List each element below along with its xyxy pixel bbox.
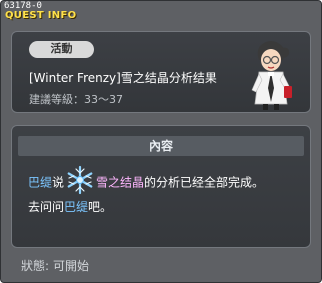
description-text-4: 吧。: [88, 200, 113, 214]
description-text-1: 说: [52, 175, 65, 190]
quest-header-panel: 活動 [Winter Frenzy]雪之结晶分析结果 建議等級：33～37: [11, 31, 311, 113]
recommended-level: 建議等級：33～37: [29, 91, 123, 107]
status-label: 狀態:: [21, 259, 50, 273]
scientist-npc-icon: [251, 41, 292, 110]
category-badge: 活動: [29, 41, 94, 58]
level-label: 建議等級：: [29, 93, 84, 106]
content-section-title: 內容: [18, 136, 304, 156]
quest-info-window: 63178-0 QUEST INFO 活動 [Winter Frenzy]雪之结…: [0, 0, 322, 283]
description-text-3: 去问问: [28, 200, 65, 214]
window-title: QUEST INFO: [5, 10, 77, 21]
status-value: 可開始: [53, 259, 90, 273]
snowflake-crystal-icon: [67, 165, 93, 195]
quest-description: 巴缇说 雪之结晶的分析已经全部完成。 去问问巴缇吧。: [28, 165, 304, 218]
level-range: 33～37: [84, 93, 123, 106]
npc-name-link-2: 巴缇: [64, 200, 89, 214]
item-name-link: 雪之结晶: [96, 175, 145, 190]
quest-status: 狀態: 可開始: [21, 257, 89, 274]
description-text-2: 的分析已经全部完成。: [144, 175, 265, 190]
npc-name-link: 巴缇: [28, 175, 53, 190]
quest-title: [Winter Frenzy]雪之结晶分析结果: [29, 71, 217, 85]
quest-content-panel: 內容 巴缇说 雪之结晶的分析已经全部完成。 去问问巴缇吧。: [11, 125, 311, 248]
